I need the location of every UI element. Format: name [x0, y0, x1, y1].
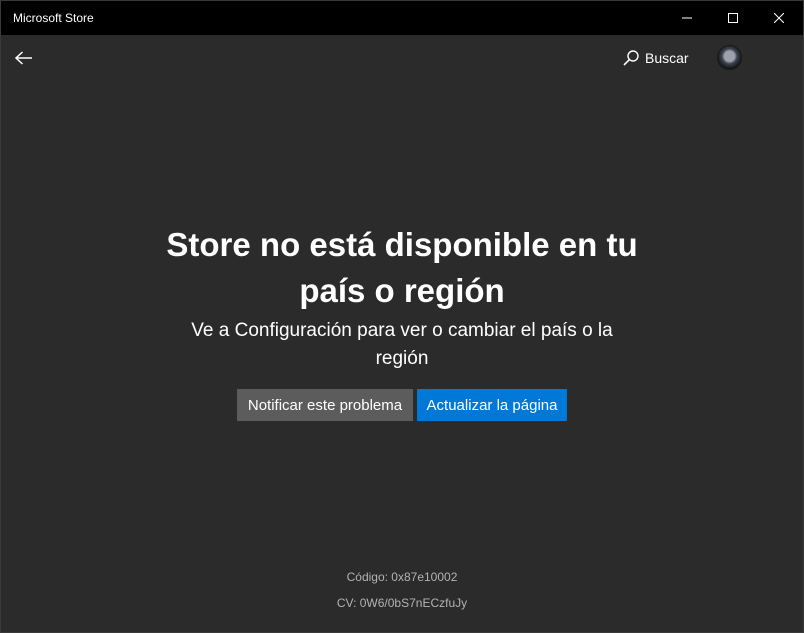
refresh-page-button[interactable]: Actualizar la página	[417, 389, 567, 421]
minimize-button[interactable]	[664, 1, 710, 35]
correlation-vector: CV: 0W6/0bS7nECzfuJy	[336, 596, 468, 610]
search-button[interactable]: Buscar	[619, 44, 693, 72]
error-headline: Store no está disponible en tu país o re…	[1, 222, 803, 314]
headline-line-1: Store no está disponible en tu	[166, 226, 638, 263]
error-code: Código: 0x87e10002	[346, 570, 458, 584]
maximize-button[interactable]	[710, 1, 756, 35]
error-description: Ve a Configuración para ver o cambiar el…	[1, 317, 803, 373]
close-icon	[774, 13, 784, 23]
search-label: Buscar	[645, 50, 689, 66]
action-buttons: Notificar este problema Actualizar la pá…	[237, 389, 567, 421]
description-line-1: Ve a Configuración para ver o cambiar el…	[191, 320, 613, 341]
user-avatar[interactable]	[717, 45, 742, 70]
minimize-icon	[682, 17, 692, 19]
back-arrow-icon	[15, 51, 32, 65]
report-problem-button[interactable]: Notificar este problema	[237, 389, 413, 421]
back-button[interactable]	[7, 41, 41, 75]
headline-line-2: país o región	[299, 272, 505, 309]
navigation-bar: Buscar	[1, 35, 803, 81]
description-line-2: región	[375, 348, 429, 369]
error-content: Store no está disponible en tu país o re…	[1, 81, 803, 633]
search-icon	[623, 50, 639, 66]
title-bar[interactable]: Microsoft Store	[1, 1, 803, 35]
close-button[interactable]	[756, 1, 802, 35]
maximize-icon	[728, 13, 738, 23]
window-title: Microsoft Store	[13, 11, 94, 25]
store-window: Microsoft Store Buscar Store no está dis…	[0, 0, 804, 633]
